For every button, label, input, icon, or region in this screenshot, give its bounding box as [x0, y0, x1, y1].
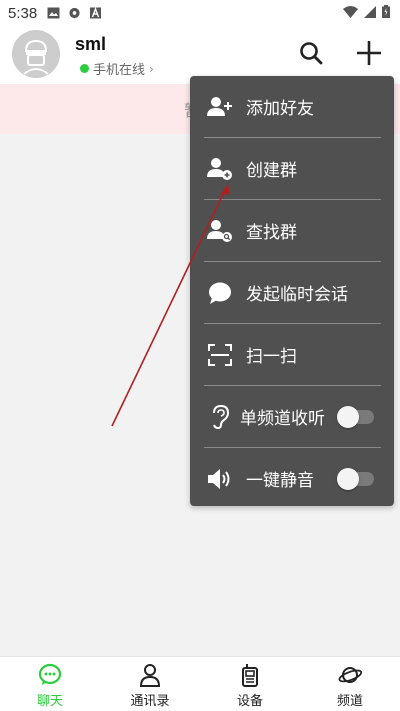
menu-item-label: 发起临时会话: [246, 285, 348, 305]
menu-item-scan[interactable]: 扫一扫: [190, 324, 394, 385]
status-time: 5:38: [8, 4, 38, 22]
default-avatar-icon: [12, 30, 60, 78]
add-friend-icon: [206, 93, 234, 121]
nav-item-contacts[interactable]: 通讯录: [100, 657, 200, 711]
menu-item-add-friend[interactable]: 添加好友: [190, 76, 394, 137]
menu-item-label: 单频道收听: [240, 409, 325, 429]
chat-icon: [38, 663, 62, 685]
online-status-text: 手机在线: [93, 63, 146, 78]
bottom-nav: 聊天 通讯录 设备 频道: [0, 656, 400, 711]
online-status[interactable]: 手机在线 ›: [80, 59, 154, 78]
toggle-knob: [337, 406, 359, 428]
scan-icon: [206, 341, 234, 369]
user-name[interactable]: sml: [75, 34, 106, 55]
walkie-talkie-icon: [242, 664, 258, 687]
nav-item-devices[interactable]: 设备: [200, 657, 300, 711]
menu-item-label: 扫一扫: [246, 347, 297, 367]
menu-item-label: 创建群: [246, 161, 297, 181]
menu-item-label: 一键静音: [246, 471, 314, 491]
battery-icon: [382, 5, 390, 18]
letter-a-icon: [90, 7, 102, 19]
chevron-right-icon: ›: [149, 61, 154, 76]
avatar[interactable]: [12, 30, 60, 78]
nav-label: 频道: [336, 694, 363, 709]
menu-item-mute[interactable]: 一键静音: [190, 448, 394, 509]
search-button[interactable]: [296, 38, 326, 68]
plus-icon: [357, 41, 381, 65]
search-icon: [300, 42, 323, 65]
ear-icon: [206, 403, 234, 431]
online-dot-icon: [80, 64, 89, 73]
menu-item-label: 添加好友: [246, 99, 314, 119]
person-icon: [139, 664, 161, 687]
single-channel-toggle[interactable]: [337, 406, 374, 428]
menu-item-label: 查找群: [246, 223, 297, 243]
menu-item-search-group[interactable]: 查找群: [190, 200, 394, 261]
radio-icon: [69, 7, 80, 19]
speaker-icon: [206, 465, 234, 493]
image-icon: [47, 7, 60, 19]
nav-label: 设备: [236, 694, 263, 709]
nav-label: 聊天: [36, 694, 63, 709]
add-button[interactable]: [354, 38, 384, 68]
create-group-icon: [206, 155, 234, 183]
menu-item-create-group[interactable]: 创建群: [190, 138, 394, 199]
mute-toggle[interactable]: [337, 468, 374, 490]
search-group-icon: [206, 217, 234, 245]
dropdown-menu: 添加好友 创建群 查找群 发起临时会话 扫一扫 单频道收听 一键静音: [190, 76, 394, 506]
wifi-icon: [343, 5, 358, 18]
nav-label: 通讯录: [130, 694, 170, 709]
nav-item-chat[interactable]: 聊天: [0, 657, 100, 711]
chat-bubble-icon: [206, 279, 234, 307]
menu-item-temp-chat[interactable]: 发起临时会话: [190, 262, 394, 323]
status-bar: 5:38: [0, 0, 400, 26]
toggle-knob: [337, 468, 359, 490]
signal-icon: [364, 5, 376, 18]
planet-icon: [338, 667, 362, 683]
nav-item-channels[interactable]: 频道: [300, 657, 400, 711]
menu-item-single-channel[interactable]: 单频道收听: [190, 386, 394, 447]
